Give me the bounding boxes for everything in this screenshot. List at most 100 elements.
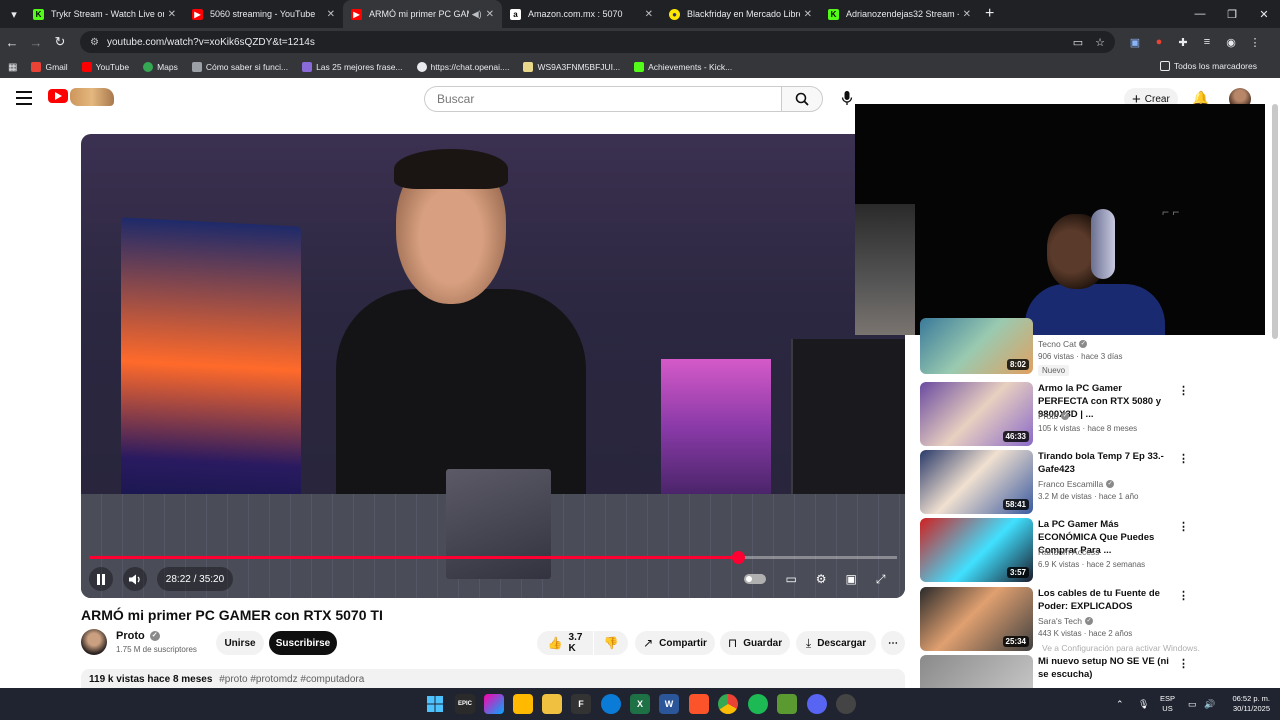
more-options-icon[interactable]: ⋮: [1178, 520, 1189, 533]
recommendation-item[interactable]: 8:02 Tecno Cat ✓ 906 vistas · hace 3 días…: [920, 318, 1220, 376]
address-bar[interactable]: ⚙ youtube.com/watch?v=xoKik6sQZDY&t=1214…: [80, 31, 1115, 53]
save-button[interactable]: ⊓ Guardar: [720, 631, 790, 655]
video-thumbnail[interactable]: [920, 655, 1033, 688]
download-button[interactable]: ⤓ Descargar: [796, 631, 876, 655]
video-thumbnail[interactable]: 46:33: [920, 382, 1033, 446]
rec-channel[interactable]: Sara's Tech ✓: [1038, 616, 1093, 626]
back-icon[interactable]: ←: [0, 35, 24, 50]
bookmark-chatgpt[interactable]: https://chat.openai....: [416, 62, 509, 72]
brave-icon[interactable]: [689, 694, 709, 714]
input-language[interactable]: ESP US: [1160, 694, 1175, 714]
autoplay-toggle[interactable]: [744, 574, 767, 584]
channel-name[interactable]: Proto ✓: [116, 630, 160, 642]
bookmark-youtube[interactable]: YouTube: [81, 62, 129, 72]
pause-button[interactable]: [89, 567, 113, 591]
word-icon[interactable]: W: [659, 694, 679, 714]
cast-icon[interactable]: ▭: [1073, 36, 1083, 49]
file-explorer-icon[interactable]: [542, 694, 562, 714]
rec-title[interactable]: Los cables de tu Fuente de Poder: EXPLIC…: [1038, 587, 1174, 613]
windows-start-icon[interactable]: [425, 694, 445, 714]
rec-channel[interactable]: Franco Escamilla ✓: [1038, 479, 1115, 489]
site-info-icon[interactable]: ⚙: [90, 37, 99, 48]
recommendation-item[interactable]: Mi nuevo setup NO SE VE (ni se escucha) …: [920, 655, 1220, 688]
settings-gear-icon[interactable]: ⚙: [816, 572, 827, 586]
bookmark-ws9a[interactable]: WS9A3FNM5BFJUI...: [523, 62, 620, 72]
video-player[interactable]: 28:22 / 35:20 ▭ ⚙ ▣ ⤢: [81, 134, 905, 598]
discord-icon[interactable]: [807, 694, 827, 714]
video-thumbnail[interactable]: 8:02: [920, 318, 1033, 374]
bookmark-como-saber[interactable]: Cómo saber si funci...: [191, 62, 288, 72]
bookmark-frases[interactable]: Las 25 mejores frase...: [302, 62, 403, 72]
excel-icon[interactable]: X: [630, 694, 650, 714]
mute-button[interactable]: [123, 567, 147, 591]
rec-title[interactable]: Mi nuevo setup NO SE VE (ni se escucha): [1038, 655, 1174, 681]
browser-tab[interactable]: K Adrianozendejas32 Stream - W ✕: [820, 0, 979, 28]
search-input[interactable]: [424, 86, 782, 112]
speaker-icon[interactable]: ◀): [472, 9, 482, 20]
forward-icon[interactable]: →: [24, 35, 48, 50]
browser-tab[interactable]: ● Blackfriday en Mercado Libre M ✕: [661, 0, 820, 28]
progress-bar[interactable]: [89, 551, 897, 564]
copilot-icon[interactable]: [484, 694, 504, 714]
store-icon[interactable]: [513, 694, 533, 714]
minimize-icon[interactable]: —: [1184, 0, 1216, 28]
close-tab-icon[interactable]: ✕: [963, 9, 971, 20]
profile-icon[interactable]: ◉: [1219, 36, 1243, 49]
close-tab-icon[interactable]: ✕: [168, 9, 176, 20]
rec-channel[interactable]: Tecno Cat ✓: [1038, 339, 1088, 349]
search-button[interactable]: [781, 86, 823, 112]
fullscreen-icon[interactable]: ⤢: [876, 572, 886, 587]
more-actions-button[interactable]: ⋯: [881, 631, 905, 655]
app-icon[interactable]: F: [571, 694, 591, 714]
subscribe-button[interactable]: Suscribirse: [269, 631, 337, 655]
browser-tab[interactable]: a Amazon.com.mx : 5070 ✕: [502, 0, 661, 28]
subtitles-icon[interactable]: ▭: [785, 572, 796, 586]
browser-tab[interactable]: ▶ 5060 streaming - YouTube ✕: [184, 0, 343, 28]
recommendation-item[interactable]: 46:33 Armo la PC Gamer PERFECTA con RTX …: [920, 382, 1220, 446]
page-scrollbar[interactable]: [1272, 104, 1278, 339]
recommendation-item[interactable]: 25:34 Los cables de tu Fuente de Poder: …: [920, 587, 1220, 651]
scrubber-handle[interactable]: [731, 551, 745, 564]
browser-tab[interactable]: K Trykr Stream - Watch Live on Ki ✕: [25, 0, 184, 28]
close-window-icon[interactable]: ✕: [1248, 0, 1280, 28]
chrome-menu-icon[interactable]: ⋮: [1243, 36, 1267, 49]
rec-channel[interactable]: Random Access: [1038, 547, 1099, 557]
close-tab-icon[interactable]: ✕: [804, 9, 812, 20]
menu-icon[interactable]: [16, 91, 32, 105]
close-tab-icon[interactable]: ✕: [645, 9, 653, 20]
close-tab-icon[interactable]: ✕: [486, 9, 494, 20]
chrome-icon[interactable]: [718, 694, 738, 714]
more-options-icon[interactable]: ⋮: [1178, 452, 1189, 465]
restore-icon[interactable]: ❐: [1216, 0, 1248, 28]
reload-icon[interactable]: ↻: [48, 34, 72, 50]
new-tab-button[interactable]: +: [985, 5, 994, 23]
reading-list-icon[interactable]: ≡: [1195, 36, 1219, 49]
extensions-puzzle-icon[interactable]: ✚: [1171, 36, 1195, 49]
volume-tray-icon[interactable]: 🔊: [1204, 688, 1215, 720]
channel-avatar[interactable]: [81, 629, 107, 655]
youtube-doodle-logo[interactable]: [70, 88, 114, 106]
bookmark-star-icon[interactable]: ☆: [1095, 36, 1105, 49]
extension-red-icon[interactable]: ●: [1147, 36, 1171, 49]
apps-grid-icon[interactable]: ▦: [8, 62, 17, 73]
share-button[interactable]: ↗ Compartir: [635, 631, 715, 655]
video-thumbnail[interactable]: 58:41: [920, 450, 1033, 514]
rec-channel[interactable]: Proto ✓: [1038, 411, 1070, 421]
edge-icon[interactable]: [601, 694, 621, 714]
dislike-button[interactable]: 👎: [594, 631, 628, 655]
microphone-tray-icon[interactable]: 🎙: [1138, 688, 1149, 720]
recommendation-item[interactable]: 58:41 Tirando bola Temp 7 Ep 33.- Gafe42…: [920, 450, 1220, 514]
recommendation-item[interactable]: 3:57 La PC Gamer Más ECONÓMICA Que Puede…: [920, 518, 1220, 582]
close-tab-icon[interactable]: ✕: [327, 9, 335, 20]
video-thumbnail[interactable]: 25:34: [920, 587, 1033, 651]
like-button[interactable]: 👍 3.7 K: [537, 631, 593, 655]
translate-icon[interactable]: ▣: [1123, 36, 1147, 49]
youtube-logo-icon[interactable]: [48, 89, 68, 103]
app-icon[interactable]: [836, 694, 856, 714]
video-thumbnail[interactable]: 3:57: [920, 518, 1033, 582]
minecraft-icon[interactable]: [777, 694, 797, 714]
network-icon[interactable]: ▭: [1188, 688, 1197, 720]
tab-search-icon[interactable]: ▾: [3, 3, 25, 25]
spotify-icon[interactable]: [748, 694, 768, 714]
browser-tab-active[interactable]: ▶ ARMÓ mi primer PC GAMER ◀) ✕: [343, 0, 502, 28]
